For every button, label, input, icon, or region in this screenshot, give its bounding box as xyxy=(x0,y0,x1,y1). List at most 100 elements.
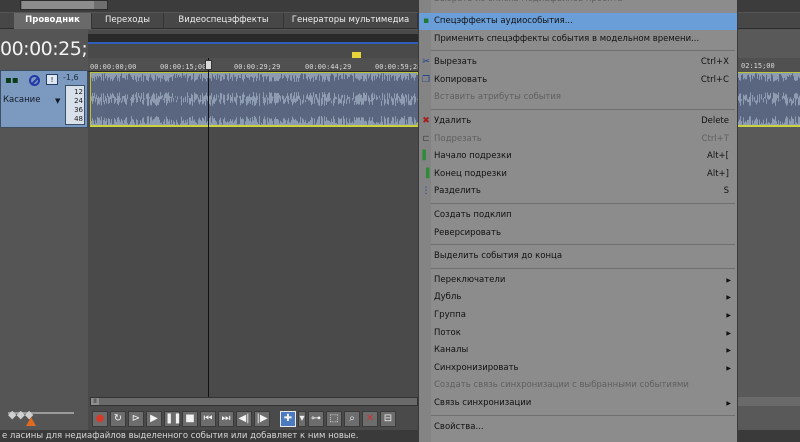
stop-button[interactable]: ■ xyxy=(182,411,198,427)
trim-start-icon: ▌ xyxy=(422,151,430,162)
mute-track-icon[interactable] xyxy=(29,75,40,86)
next-frame-button[interactable]: |▶ xyxy=(254,411,270,427)
menu-item-20[interactable]: Группа ▶ xyxy=(419,307,737,324)
menu-item-18[interactable]: Переключатели ▶ xyxy=(419,272,737,289)
menu-item-10[interactable]: ▐ Конец подрезки Alt+] xyxy=(419,166,737,183)
edit-tool-button[interactable]: ✚ xyxy=(280,411,296,427)
scroll-left-button[interactable]: II xyxy=(91,398,99,405)
pause-button[interactable]: ❚❚ xyxy=(164,411,182,427)
prev-frame-button[interactable]: ◀| xyxy=(236,411,252,427)
menu-item-shortcut: Ctrl+C xyxy=(700,74,729,85)
menu-item-label: Связь синхронизации xyxy=(434,398,532,408)
submenu-arrow-icon: ▶ xyxy=(726,400,731,407)
menu-item-4[interactable]: ❐ Копировать Ctrl+C xyxy=(419,72,737,89)
audio-event-clip-right[interactable] xyxy=(738,72,800,127)
menu-item-label: Дубль xyxy=(434,292,462,303)
menu-item-label: Копировать xyxy=(434,74,488,85)
chevron-down-icon[interactable]: ▼ xyxy=(55,97,60,105)
meter-label: 24 xyxy=(74,97,83,105)
timeline-scrollbar-right[interactable] xyxy=(738,397,800,406)
menu-item-9[interactable]: ▌ Начало подрезки Alt+[ xyxy=(419,148,737,165)
menu-item-label: Вырезать xyxy=(434,57,477,68)
menu-item-1[interactable]: Применить спецэффекты события в модельно… xyxy=(419,31,737,48)
ruler-tick-label: 00:00:44;29 xyxy=(305,63,352,71)
trim-end-icon: ▐ xyxy=(422,168,430,179)
menu-item-label: Создать подклип xyxy=(434,210,512,220)
delete-icon: ✖ xyxy=(422,116,430,126)
menu-item-label: Синхронизировать xyxy=(434,362,519,373)
menu-item-14[interactable]: Реверсировать xyxy=(419,225,737,242)
submenu-arrow-icon: ▶ xyxy=(726,329,731,337)
play-from-start-button[interactable]: ⊳ xyxy=(128,411,144,427)
menu-item-label: Разделить xyxy=(434,186,481,197)
split-icon: ⋮ xyxy=(421,186,431,197)
menu-item-label: Применить спецэффекты события в модельно… xyxy=(434,33,700,44)
time-ruler[interactable]: 00:00:00;00 00:00:15;00 00:00:29;29 00:0… xyxy=(88,58,421,72)
audio-track-header[interactable]: ▪▪ ! -1,6 Касание ▼ 12 24 36 48 xyxy=(0,70,88,128)
meter-label: 48 xyxy=(74,115,83,123)
menu-item-label: Удалить xyxy=(434,116,472,126)
menu-item-label: Вставить атрибуты события xyxy=(434,92,561,103)
ruler-tick-label: 00:00:29;29 xyxy=(234,63,281,71)
tool-dropdown-button[interactable]: ▾ xyxy=(298,411,306,427)
tab-transitions[interactable]: Переходы xyxy=(92,13,164,29)
trim-tool-button[interactable]: ⊟ xyxy=(380,411,396,427)
menu-item-shortcut: Ctrl+X xyxy=(700,57,729,68)
menu-item-19[interactable]: Дубль ▶ xyxy=(419,289,737,306)
envelope-tool-button[interactable]: ⊶ xyxy=(308,411,324,427)
ruler-tick-label: 00:00:15;00 xyxy=(160,63,207,71)
menu-item-label: Каналы xyxy=(434,345,469,356)
play-button[interactable]: ▶ xyxy=(146,411,162,427)
submenu-arrow-icon: ▶ xyxy=(726,294,731,302)
menu-item-shortcut: Ctrl+T xyxy=(701,133,729,144)
top-scrollbar-thumb[interactable] xyxy=(22,1,94,9)
menu-separator xyxy=(431,50,735,52)
menu-item-label: Подрезать xyxy=(434,133,482,144)
menu-item-25[interactable]: Связь синхронизации ▶ xyxy=(419,395,737,412)
tab-video-fx[interactable]: Видеоспецэффекты xyxy=(164,13,284,29)
menu-item-27[interactable]: Свойства... xyxy=(419,419,737,436)
menu-item-11[interactable]: ⋮ Разделить S xyxy=(419,183,737,200)
loop-button[interactable]: ↻ xyxy=(110,411,126,427)
menu-item-21[interactable]: Поток ▶ xyxy=(419,325,737,342)
menu-separator xyxy=(431,109,735,110)
track-level-value: -1,6 xyxy=(63,73,79,82)
menu-item-13[interactable]: Создать подклип xyxy=(419,207,737,224)
menu-item-16[interactable]: Выделить события до конца xyxy=(419,248,737,265)
menu-item-label: Выделить события до конца xyxy=(434,251,563,262)
record-button[interactable]: ● xyxy=(92,411,108,427)
go-to-end-button[interactable]: ⏭ xyxy=(218,411,234,427)
menu-item-0[interactable]: ▪ Спецэффекты аудиособытия... xyxy=(419,13,737,30)
tab-explorer[interactable]: Проводник xyxy=(14,13,92,29)
go-to-start-button[interactable]: ⏮ xyxy=(200,411,216,427)
menu-item-3[interactable]: ✂ Вырезать Ctrl+X xyxy=(419,54,737,71)
ruler-tick-label: 00:00:00;00 xyxy=(90,63,137,71)
menu-item-5: Вставить атрибуты события xyxy=(419,89,737,106)
timeline-horizontal-scrollbar[interactable] xyxy=(90,397,418,406)
copy-icon: ❐ xyxy=(421,74,431,85)
submenu-arrow-icon: ▶ xyxy=(726,312,731,319)
menu-item-label: Начало подрезки xyxy=(434,151,512,162)
playback-cursor[interactable] xyxy=(208,58,209,400)
menu-item-cut-off: Выбрать из списка медиафайлов проекта xyxy=(419,0,737,8)
menu-item-22[interactable]: Каналы ▶ xyxy=(419,342,737,359)
menu-item-7[interactable]: ✖ Удалить Delete xyxy=(419,113,737,130)
menu-item-23[interactable]: Синхронизировать ▶ xyxy=(419,360,737,377)
menu-item-label: Свойства... xyxy=(434,421,484,432)
solo-track-icon[interactable]: ! xyxy=(46,74,58,85)
tab-media-generators[interactable]: Генераторы мультимедиа xyxy=(284,13,418,29)
menu-separator xyxy=(431,203,735,204)
selection-tool-button[interactable]: ⬚ xyxy=(326,411,342,427)
timecode-display: 00:00:25;04 xyxy=(0,38,111,60)
cursor-handle[interactable] xyxy=(205,60,212,70)
menu-item-label: Спецэффекты аудиособытия... xyxy=(434,16,573,26)
trim-icon: ⊏ xyxy=(422,133,430,144)
delete-tool-button[interactable]: ✕ xyxy=(362,411,378,427)
zoom-tool-button[interactable]: ⌕ xyxy=(344,411,360,427)
track-fx-icon[interactable]: ▪▪ xyxy=(5,75,19,86)
time-selection-bar[interactable] xyxy=(88,34,418,44)
audio-event-clip[interactable] xyxy=(90,72,419,127)
menu-item-label: Группа xyxy=(434,310,466,320)
menu-separator xyxy=(431,414,735,416)
automation-mode-label[interactable]: Касание xyxy=(3,95,40,105)
